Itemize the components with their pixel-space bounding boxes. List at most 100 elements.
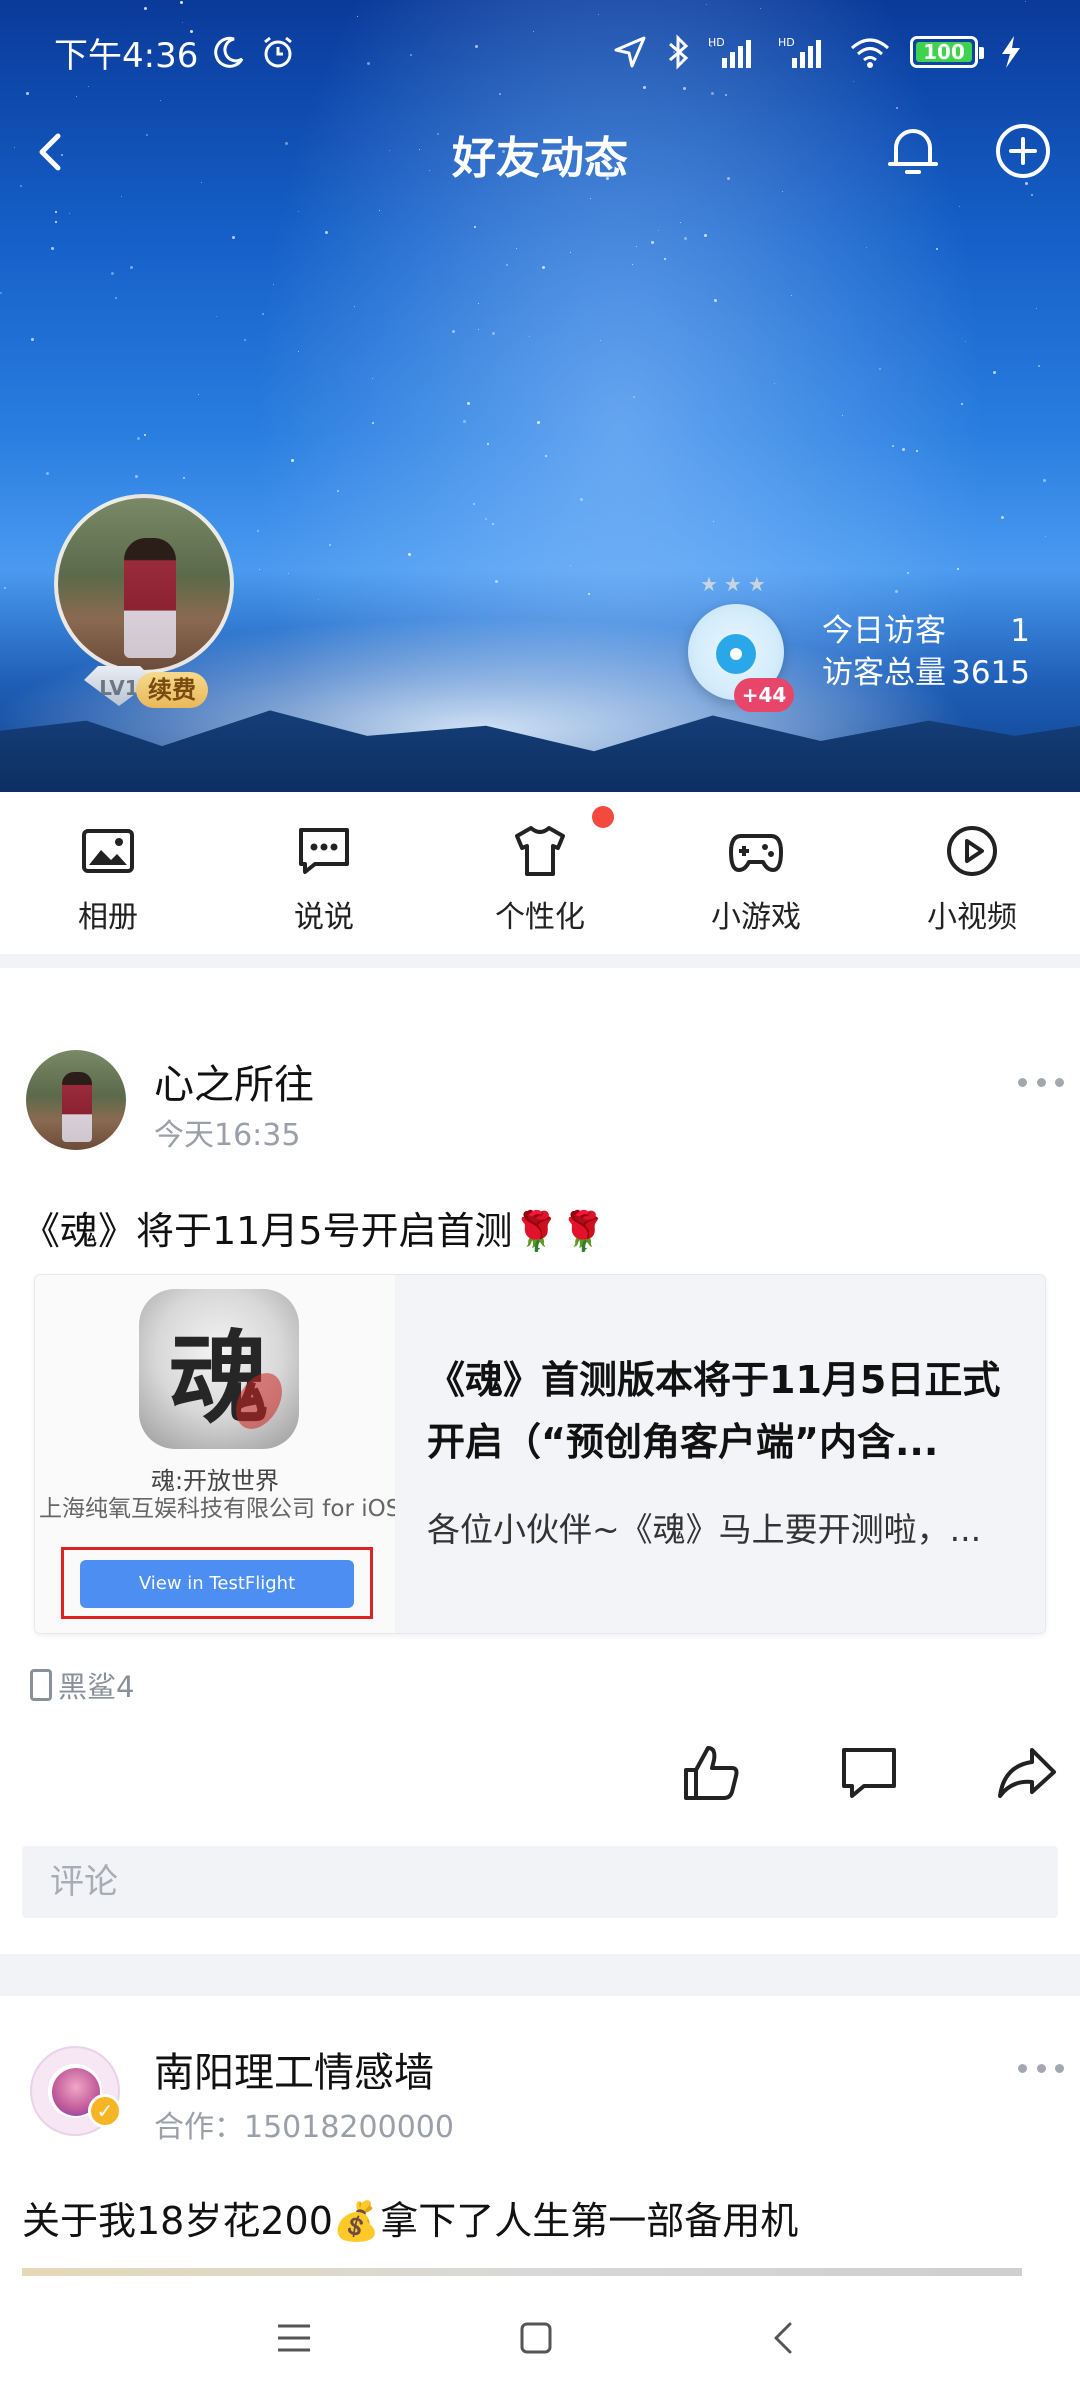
- share-arrow-icon[interactable]: [994, 1740, 1060, 1806]
- star-dot: [487, 443, 489, 445]
- star-dot: [183, 477, 185, 479]
- testflight-button: View in TestFlight: [80, 1560, 354, 1608]
- post-author-name[interactable]: 南阳理工情感墙: [154, 2040, 434, 2098]
- shortcut-shuoshuo[interactable]: 说说: [216, 792, 432, 954]
- home-square-icon[interactable]: [516, 2318, 556, 2358]
- signal-hd-icon: HD: [708, 36, 751, 68]
- star-dot: [31, 338, 34, 341]
- star-dot: [506, 264, 508, 266]
- post-author-name[interactable]: 心之所往: [154, 1052, 314, 1110]
- testflight-highlight: View in TestFlight: [61, 1547, 373, 1619]
- star-dot: [467, 402, 470, 405]
- more-options-icon[interactable]: [1018, 2058, 1064, 2078]
- star-dot: [570, 565, 571, 566]
- verified-badge-icon: ✓: [88, 2094, 122, 2128]
- post-text: 关于我18岁花200💰拿下了人生第一部备用机: [22, 2199, 799, 2243]
- like-thumb-icon[interactable]: [678, 1740, 744, 1806]
- shared-link-card[interactable]: 魂 魂:开放世界 上海纯氧互娱科技有限公司 for iOS View in Te…: [34, 1274, 1046, 1634]
- star-dot: [262, 313, 264, 315]
- star-dot: [714, 299, 717, 302]
- menu-icon[interactable]: [274, 2318, 314, 2358]
- gamepad-icon: [729, 834, 783, 872]
- star-dot: [473, 503, 475, 505]
- more-options-icon[interactable]: [1018, 1072, 1064, 1092]
- star-dot: [4, 587, 6, 589]
- moon-icon: [214, 36, 244, 68]
- shortcut-shortvideo[interactable]: 小视频: [864, 792, 1080, 954]
- star-dot: [545, 455, 547, 457]
- location-icon: [614, 36, 646, 68]
- game-app-icon: 魂: [139, 1289, 299, 1449]
- charging-icon: [1002, 36, 1020, 68]
- star-dot: [791, 295, 792, 296]
- visitor-stats[interactable]: 今日访客 1 访客总量 3615: [822, 610, 1030, 694]
- shortcut-personalize[interactable]: 个性化: [432, 792, 648, 954]
- star-dot: [516, 248, 517, 249]
- post-image-peek: [22, 2268, 1022, 2276]
- star-dot: [529, 336, 530, 337]
- star-dot: [55, 221, 57, 223]
- today-visitors-label: 今日访客: [822, 613, 946, 649]
- star-dot: [907, 572, 909, 574]
- star-dot: [961, 403, 963, 405]
- star-dot: [895, 590, 898, 593]
- star-dot: [0, 292, 2, 294]
- profile-avatar[interactable]: [54, 494, 234, 674]
- top-nav: 好友动态: [0, 104, 1080, 200]
- star-dot: [298, 211, 299, 212]
- tshirt-icon: [515, 826, 565, 876]
- phone-icon: [30, 1669, 52, 1701]
- post-author-avatar[interactable]: [26, 1050, 126, 1150]
- star-dot: [658, 230, 659, 231]
- star-dot: [485, 518, 487, 520]
- star-dot: [879, 368, 881, 370]
- comment-icon[interactable]: [836, 1740, 902, 1806]
- shared-card-thumbnail: 魂 魂:开放世界 上海纯氧互娱科技有限公司 for iOS View in Te…: [35, 1275, 395, 1633]
- notification-dot: [592, 806, 614, 828]
- thumb-company: 上海纯氧互娱科技有限公司 for iOS: [39, 1496, 395, 1522]
- comment-input[interactable]: 评论: [22, 1846, 1058, 1918]
- total-visitors-value: 3615: [951, 655, 1030, 691]
- star-dot: [259, 569, 260, 570]
- play-circle-icon: [947, 826, 997, 876]
- battery-icon: 100: [910, 36, 984, 68]
- star-dot: [1038, 365, 1040, 367]
- svg-text:HD: HD: [708, 36, 725, 49]
- shared-card-title: 《魂》首测版本将于11月5日正式开启（“预创角客户端”内含...: [427, 1358, 1001, 1464]
- star-dot: [680, 222, 681, 223]
- add-circle-icon[interactable]: [990, 118, 1056, 184]
- star-dot: [892, 445, 894, 447]
- star-dot: [495, 580, 498, 583]
- star-dot: [633, 396, 635, 398]
- bell-icon[interactable]: [880, 118, 946, 184]
- star-dot: [993, 371, 996, 374]
- star-dot: [198, 394, 199, 395]
- star-dot: [684, 237, 687, 240]
- star-dot: [636, 246, 637, 247]
- star-dot: [542, 266, 545, 269]
- shared-card-desc: 各位小伙伴~《魂》马上要开测啦，...: [427, 1510, 982, 1549]
- star-dot: [130, 266, 133, 269]
- renew-badge[interactable]: 续费: [136, 672, 208, 708]
- star-dot: [298, 351, 299, 352]
- star-dot: [1001, 516, 1004, 519]
- star-dot: [537, 421, 540, 424]
- today-visitors-value: 1: [1010, 613, 1030, 649]
- star-dot: [216, 316, 217, 317]
- shortcut-album[interactable]: 相册: [0, 792, 216, 954]
- back-icon[interactable]: [764, 2318, 804, 2358]
- section-divider: [0, 1954, 1080, 1996]
- shortcut-minigame[interactable]: 小游戏: [648, 792, 864, 954]
- star-dot: [325, 231, 328, 234]
- star-dot: [372, 378, 373, 379]
- wifi-icon: [851, 38, 889, 68]
- star-dot: [144, 434, 146, 436]
- star-dot: [965, 341, 966, 342]
- star-dot: [957, 568, 959, 570]
- post-device: 黑鲨4: [30, 1664, 134, 1706]
- post-time: 今天16:35: [154, 1118, 301, 1153]
- star-dot: [492, 332, 495, 335]
- star-dot: [916, 450, 918, 452]
- star-dot: [137, 437, 140, 440]
- alarm-icon: [264, 36, 293, 68]
